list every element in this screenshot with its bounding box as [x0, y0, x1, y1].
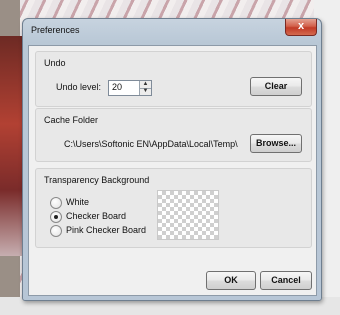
background-photo-red-area [0, 36, 24, 256]
clear-button[interactable]: Clear [250, 77, 302, 96]
cache-path: C:\Users\Softonic EN\AppData\Local\Temp\ [64, 139, 238, 149]
transparency-group: Transparency Background White Checker Bo… [35, 168, 312, 248]
close-button[interactable]: x [285, 19, 317, 36]
cache-folder-group: Cache Folder C:\Users\Softonic EN\AppDat… [35, 108, 312, 162]
dialog-body: Undo Undo level: 20 ▲ ▼ Clear Cache Fold… [28, 45, 317, 296]
undo-group-title: Undo [44, 58, 66, 68]
transparency-group-title: Transparency Background [44, 175, 150, 185]
browse-button[interactable]: Browse... [250, 134, 302, 153]
stepper-buttons: ▲ ▼ [139, 81, 151, 95]
undo-level-value[interactable]: 20 [112, 82, 122, 92]
stepper-down-icon[interactable]: ▼ [140, 88, 151, 95]
ok-button[interactable]: OK [206, 271, 256, 290]
radio-pink-checker-board-label: Pink Checker Board [66, 225, 147, 235]
radio-selected-icon[interactable] [50, 211, 62, 223]
transparency-preview-swatch [157, 190, 219, 240]
close-icon: x [297, 20, 305, 32]
window-title: Preferences [31, 25, 80, 35]
radio-icon[interactable] [50, 225, 62, 237]
cache-group-title: Cache Folder [44, 115, 99, 125]
undo-level-stepper[interactable]: 20 ▲ ▼ [108, 80, 152, 96]
radio-icon[interactable] [50, 197, 62, 209]
radio-checker-board-label: Checker Board [66, 211, 127, 221]
radio-white-label: White [66, 197, 90, 207]
undo-level-label: Undo level: [56, 82, 102, 92]
undo-group: Undo Undo level: 20 ▲ ▼ Clear [35, 51, 312, 107]
title-bar[interactable]: Preferences x [23, 19, 321, 45]
preferences-dialog: Preferences x Undo Undo level: 20 ▲ ▼ Cl… [22, 18, 322, 301]
cancel-button[interactable]: Cancel [260, 271, 312, 290]
